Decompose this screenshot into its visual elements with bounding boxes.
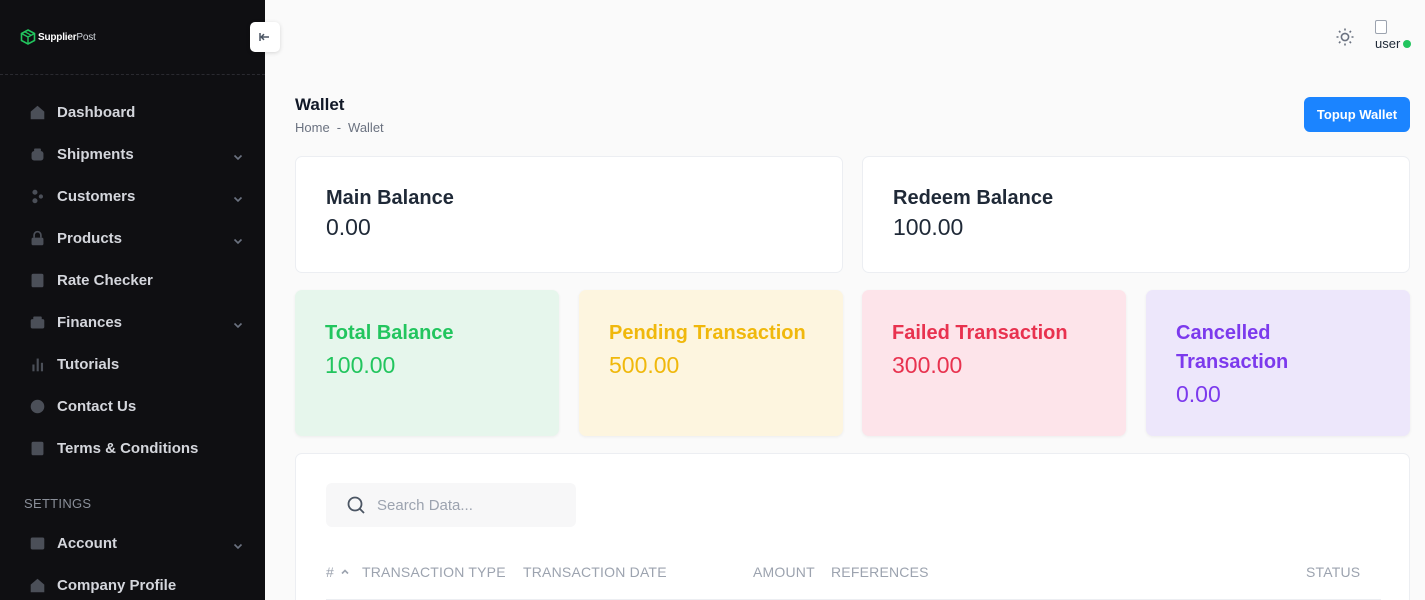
sidebar-item-label: Company Profile: [57, 576, 177, 594]
calculator-icon: [28, 271, 46, 289]
box-icon: [28, 145, 46, 163]
column-header-status[interactable]: STATUS: [1306, 564, 1360, 580]
breadcrumb-separator: -: [336, 120, 342, 135]
search-input[interactable]: [377, 496, 557, 514]
sidebar-item-account[interactable]: Account: [0, 522, 265, 564]
sidebar-item-label: Contact Us: [57, 397, 137, 415]
theme-toggle-button[interactable]: [1335, 27, 1355, 47]
breadcrumb: Home - Wallet: [295, 120, 384, 135]
logo-icon: [20, 29, 36, 45]
sidebar-item-terms[interactable]: Terms & Conditions: [0, 427, 265, 469]
main-balance-card: Main Balance 0.00: [295, 156, 843, 273]
cancelled-transaction-label: Cancelled Transaction: [1176, 322, 1289, 373]
column-header-transaction-date[interactable]: TRANSACTION DATE: [523, 564, 667, 580]
column-header-transaction-type[interactable]: TRANSACTION TYPE: [362, 564, 506, 580]
cancelled-transaction-value: 0.00: [1176, 381, 1221, 407]
failed-transaction-value: 300.00: [892, 352, 963, 378]
pending-transaction-card: Pending Transaction 500.00: [579, 290, 843, 436]
pending-transaction-value: 500.00: [609, 352, 680, 378]
chevron-down-icon: [233, 317, 243, 329]
home-icon: [28, 103, 46, 121]
sidebar-item-finances[interactable]: Finances: [0, 301, 265, 343]
phone-icon: [28, 397, 46, 415]
transactions-panel: # TRANSACTION TYPE TRANSACTION DATE AMOU…: [295, 453, 1410, 600]
bar-chart-icon: [28, 355, 46, 373]
lock-icon: [28, 229, 46, 247]
brand[interactable]: SupplierPost: [0, 0, 265, 75]
user-avatar[interactable]: user: [1375, 20, 1411, 54]
chevron-down-icon: [233, 149, 243, 161]
sidebar-item-customers[interactable]: Customers: [0, 175, 265, 217]
sidebar-item-label: Products: [57, 229, 123, 247]
sliders-icon: [28, 534, 46, 552]
building-icon: [28, 576, 46, 594]
chevron-down-icon: [233, 191, 243, 203]
cancelled-transaction-card: Cancelled Transaction 0.00: [1146, 290, 1410, 436]
users-icon: [28, 187, 46, 205]
sidebar-item-label: Dashboard: [57, 103, 136, 121]
redeem-balance-card: Redeem Balance 100.00: [862, 156, 1410, 273]
sidebar-item-label: Terms & Conditions: [57, 439, 199, 457]
sidebar-item-products[interactable]: Products: [0, 217, 265, 259]
total-balance-label: Total Balance: [325, 322, 454, 344]
sidebar-item-label: Rate Checker: [57, 271, 153, 289]
broken-image-icon: [1375, 20, 1387, 34]
redeem-balance-value: 100.00: [893, 214, 964, 240]
wallet-icon: [28, 313, 46, 331]
sidebar-item-contact-us[interactable]: Contact Us: [0, 385, 265, 427]
total-balance-card: Total Balance 100.00: [295, 290, 559, 436]
search-box: [326, 483, 576, 527]
sidebar-collapse-button[interactable]: [250, 22, 280, 52]
avatar-alt-text: user: [1375, 36, 1401, 51]
column-header-amount[interactable]: AMOUNT: [753, 564, 815, 580]
sidebar-item-label: Tutorials: [57, 355, 120, 373]
main-balance-label: Main Balance: [326, 187, 454, 209]
chevron-down-icon: [233, 233, 243, 245]
sidebar-item-label: Customers: [57, 187, 136, 205]
search-icon: [347, 496, 365, 514]
sun-icon: [1336, 28, 1354, 46]
sidebar-nav: Dashboard Shipments Customers Products R…: [0, 75, 265, 600]
failed-transaction-label: Failed Transaction: [892, 322, 1068, 344]
sidebar-item-dashboard[interactable]: Dashboard: [0, 91, 265, 133]
sidebar-item-label: Account: [57, 534, 117, 552]
redeem-balance-label: Redeem Balance: [893, 187, 1054, 209]
sidebar-item-company-profile[interactable]: Company Profile: [0, 564, 265, 600]
sidebar-item-label: Finances: [57, 313, 123, 331]
main-balance-value: 0.00: [326, 214, 371, 240]
settings-heading: SETTINGS: [24, 496, 92, 511]
column-header-references[interactable]: REFERENCES: [831, 564, 929, 580]
topup-wallet-button[interactable]: Topup Wallet: [1304, 97, 1410, 132]
sidebar-item-tutorials[interactable]: Tutorials: [0, 343, 265, 385]
sidebar: SupplierPost Dashboard Shipments Custome…: [0, 0, 265, 600]
column-header-label: #: [326, 564, 334, 580]
sidebar-item-rate-checker[interactable]: Rate Checker: [0, 259, 265, 301]
sidebar-item-label: Shipments: [57, 145, 134, 163]
online-status-dot: [1403, 40, 1411, 48]
sort-ascending-icon: [341, 569, 349, 575]
breadcrumb-home[interactable]: Home: [295, 120, 330, 135]
failed-transaction-card: Failed Transaction 300.00: [862, 290, 1126, 436]
brand-name: SupplierPost: [38, 31, 96, 43]
sidebar-item-shipments[interactable]: Shipments: [0, 133, 265, 175]
chevron-down-icon: [233, 538, 243, 550]
column-header-index[interactable]: #: [326, 564, 350, 580]
arrow-left-icon: [259, 33, 269, 41]
table-header: # TRANSACTION TYPE TRANSACTION DATE AMOU…: [326, 564, 1381, 600]
total-balance-value: 100.00: [325, 352, 396, 378]
pending-transaction-label: Pending Transaction: [609, 322, 806, 344]
breadcrumb-current: Wallet: [348, 120, 384, 135]
document-icon: [28, 439, 46, 457]
page-title: Wallet: [295, 95, 345, 114]
